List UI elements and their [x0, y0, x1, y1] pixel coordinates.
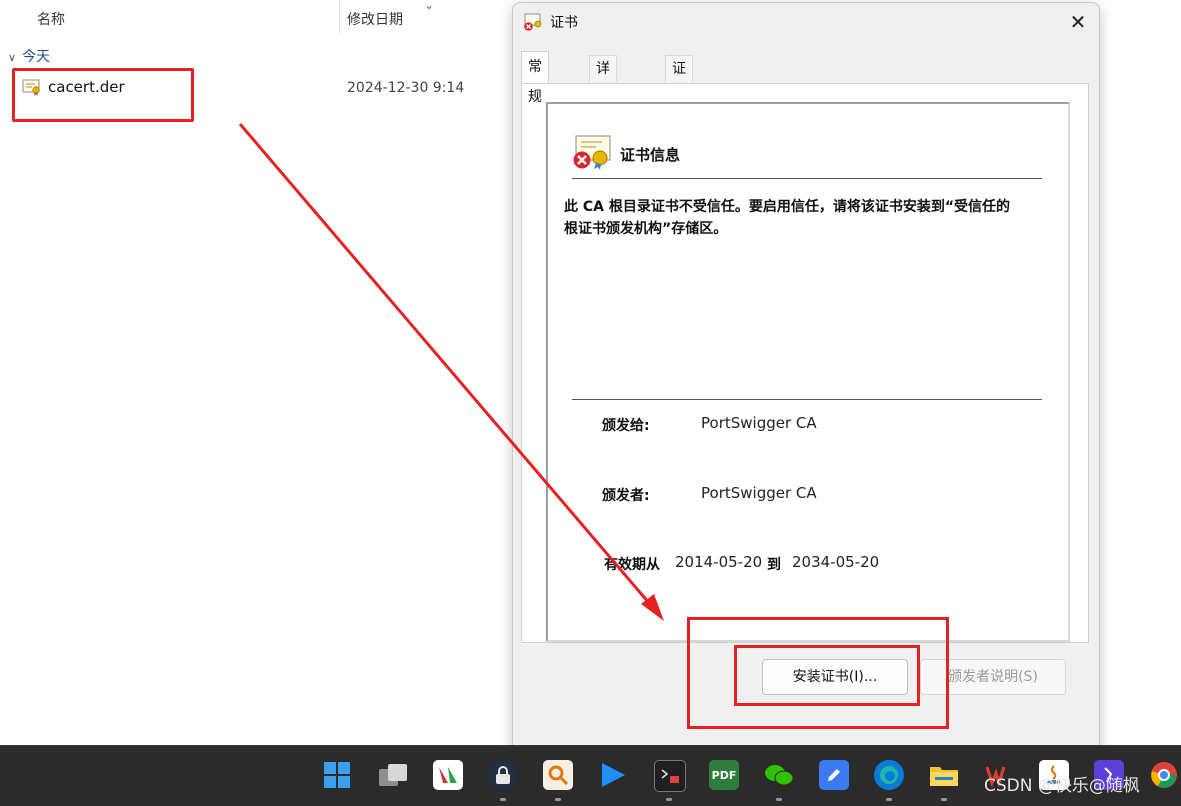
tab-details[interactable]: 详细信息 — [589, 55, 617, 155]
certificate-info-box: 证书信息 此 CA 根目录证书不受信任。要启用信任，请将该证书安装到“受信任的根… — [546, 102, 1070, 642]
group-label: 今天 — [22, 49, 51, 65]
issued-by-label: 颁发者: — [602, 488, 650, 504]
running-indicator — [555, 798, 561, 801]
lock-app-icon[interactable] — [488, 760, 518, 790]
dialog-title: 证书 — [550, 15, 578, 31]
certificate-warning-icon — [524, 13, 542, 31]
divider — [572, 178, 1042, 179]
pdf-reader-icon[interactable]: PDF — [709, 760, 739, 790]
trust-warning-text: 此 CA 根目录证书不受信任。要启用信任，请将该证书安装到“受信任的根证书颁发机… — [564, 199, 1011, 237]
issued-to-value: PortSwigger CA — [701, 414, 817, 432]
close-button[interactable]: ✕ — [1063, 9, 1093, 35]
chrome-browser-icon[interactable] — [1149, 760, 1179, 790]
column-header-date[interactable]: 修改日期 — [347, 9, 403, 29]
close-icon: ✕ — [1069, 10, 1087, 34]
valid-to-label: 到 — [767, 557, 781, 573]
file-highlight-box — [12, 68, 194, 122]
column-separator[interactable] — [339, 0, 340, 34]
windows-start-icon[interactable] — [322, 760, 352, 790]
tab-panel-general: 证书信息 此 CA 根目录证书不受信任。要启用信任，请将该证书安装到“受信任的根… — [521, 83, 1089, 643]
info-heading: 证书信息 — [620, 146, 681, 164]
group-header-today[interactable]: ∨ 今天 — [8, 46, 50, 66]
running-indicator — [776, 798, 782, 801]
certificate-warning-icon — [573, 135, 611, 170]
terminal-icon[interactable] — [654, 760, 686, 792]
wechat-icon[interactable] — [764, 760, 794, 790]
file-modified-date: 2024-12-30 9:14 — [347, 80, 465, 96]
valid-from-value: 2014-05-20 — [675, 553, 763, 571]
tab-general[interactable]: 常规 — [521, 51, 549, 105]
install-highlight-inner — [734, 645, 920, 706]
running-indicator — [886, 798, 892, 801]
edge-browser-icon[interactable] — [874, 760, 904, 790]
running-indicator — [941, 798, 947, 801]
valid-from-label: 有效期从 — [604, 557, 660, 573]
issued-by-value: PortSwigger CA — [701, 484, 817, 502]
divider — [572, 399, 1042, 400]
issued-to-label: 颁发给: — [602, 418, 650, 434]
valid-to-value: 2034-05-20 — [792, 553, 880, 571]
watermark: CSDN @快乐@随枫 — [984, 776, 1140, 796]
column-header-name[interactable]: 名称 — [37, 9, 65, 29]
task-view-icon[interactable] — [378, 760, 408, 790]
tab-cert-path[interactable]: 证书路径 — [665, 55, 693, 155]
notes-app-icon[interactable] — [819, 760, 849, 790]
sort-chevron-icon: ⌄ — [424, 0, 435, 12]
chevron-down-icon: ∨ — [8, 51, 17, 64]
app-store-icon[interactable] — [433, 760, 463, 790]
file-explorer-icon[interactable] — [929, 760, 959, 790]
running-indicator — [666, 798, 672, 801]
search-app-icon[interactable] — [543, 760, 573, 790]
media-player-icon[interactable] — [598, 760, 628, 790]
running-indicator — [500, 798, 506, 801]
